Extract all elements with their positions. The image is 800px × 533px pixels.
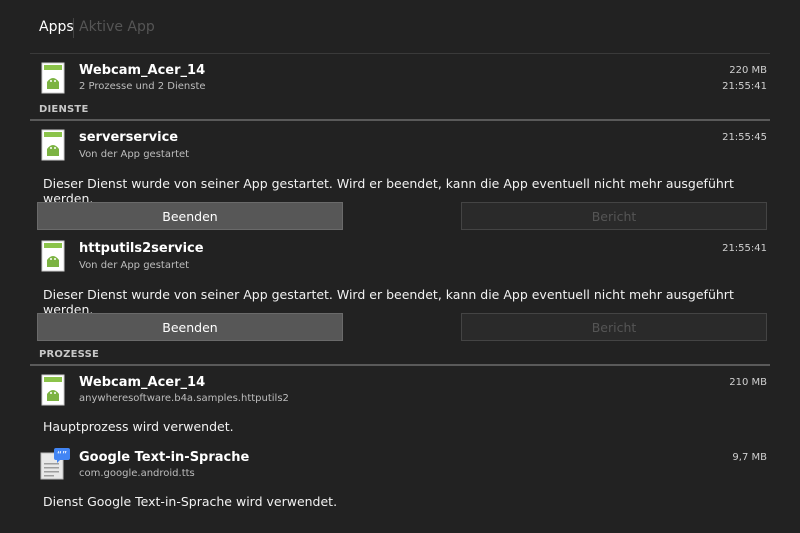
android-app-icon	[41, 62, 65, 98]
service-name: httputils2service	[79, 241, 204, 256]
service-time: 21:55:41	[722, 243, 767, 254]
app-name: Webcam_Acer_14	[79, 63, 206, 78]
process-size: 9,7 MB	[732, 452, 767, 463]
process-package: com.google.android.tts	[79, 468, 195, 479]
app-header-row: Webcam_Acer_14 2 Prozesse und 2 Dienste …	[30, 54, 770, 100]
process-item: Webcam_Acer_14 anywheresoftware.b4a.samp…	[30, 367, 770, 439]
app-time: 21:55:41	[722, 81, 767, 92]
app-size: 220 MB	[729, 65, 767, 76]
report-button[interactable]: Bericht	[461, 202, 767, 230]
services-section-title: DIENSTE	[39, 104, 89, 115]
service-name: serverservice	[79, 130, 179, 145]
service-subtitle: Von der App gestartet	[79, 260, 190, 271]
processes-section-divider	[30, 364, 770, 366]
google-tts-icon: “”	[39, 447, 71, 485]
tab-divider	[73, 18, 74, 38]
process-description: Hauptprozess wird verwendet.	[43, 419, 234, 434]
tab-bar: Apps Aktive App	[0, 0, 800, 53]
process-description: Dienst Google Text-in-Sprache wird verwe…	[43, 494, 338, 509]
android-app-icon	[41, 240, 65, 276]
svg-text:“”: “”	[57, 450, 67, 461]
process-item: “” Google Text-in-Sprache com.google.and…	[30, 443, 770, 515]
report-button[interactable]: Bericht	[461, 313, 767, 341]
stop-button[interactable]: Beenden	[37, 313, 343, 341]
android-app-icon	[41, 129, 65, 165]
process-package: anywheresoftware.b4a.samples.httputils2	[79, 393, 289, 404]
process-name: Webcam_Acer_14	[79, 375, 206, 390]
tab-apps[interactable]: Apps	[39, 19, 74, 35]
service-item: serverservice Von der App gestartet 21:5…	[30, 122, 770, 234]
service-item: httputils2service Von der App gestartet …	[30, 233, 770, 345]
service-time: 21:55:45	[722, 132, 767, 143]
stop-button[interactable]: Beenden	[37, 202, 343, 230]
processes-section-title: PROZESSE	[39, 349, 99, 360]
tab-active-app[interactable]: Aktive App	[79, 19, 155, 35]
process-size: 210 MB	[729, 377, 767, 388]
app-summary: 2 Prozesse und 2 Dienste	[79, 81, 206, 92]
android-app-icon	[41, 374, 65, 410]
services-section-divider	[30, 119, 770, 121]
service-subtitle: Von der App gestartet	[79, 149, 190, 160]
process-name: Google Text-in-Sprache	[79, 450, 250, 465]
